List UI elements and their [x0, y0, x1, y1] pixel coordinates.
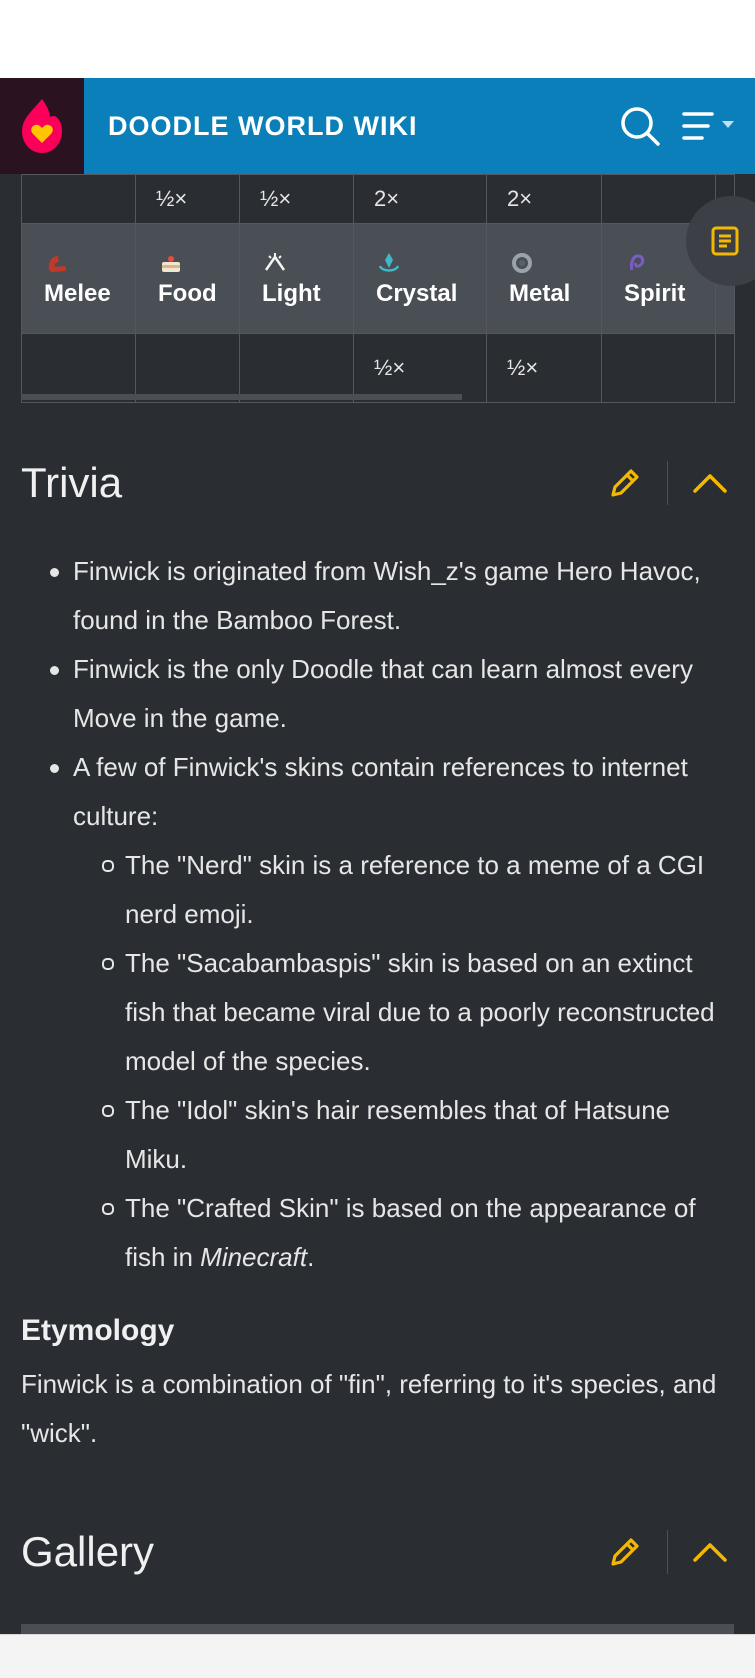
- table-cell: [239, 333, 354, 403]
- table-row: Melee Food Light Crystal Metal Spirit: [21, 223, 735, 334]
- hamburger-menu-icon[interactable]: [681, 103, 737, 149]
- type-label: Light: [262, 279, 321, 307]
- type-label: Crystal: [376, 279, 458, 307]
- table-cell: 2×: [353, 174, 487, 224]
- trivia-list: Finwick is originated from Wish_z's game…: [21, 547, 734, 1282]
- table-cell: 2×: [486, 174, 602, 224]
- type-header-crystal: Crystal: [353, 223, 487, 334]
- type-header-light: Light: [239, 223, 354, 334]
- site-header: DOODLE WORLD WIKI: [0, 78, 755, 174]
- table-row: ½× ½× 2× 2×: [21, 174, 735, 224]
- site-title[interactable]: DOODLE WORLD WIKI: [108, 111, 617, 142]
- table-row: ½× ½×: [21, 333, 735, 403]
- etymology-text: Finwick is a combination of "fin", refer…: [21, 1369, 717, 1448]
- article-content: ½× ½× 2× 2× Melee Food Light Crystal Met…: [0, 174, 755, 1634]
- list-item: Finwick is the only Doodle that can lear…: [21, 645, 734, 743]
- table-cell: [601, 333, 716, 403]
- list-item-text: .: [307, 1242, 315, 1272]
- skin-reference-list: The "Nerd" skin is a reference to a meme…: [73, 841, 734, 1282]
- list-item: The "Sacabambaspis" skin is based on an …: [73, 939, 734, 1086]
- table-cell: [715, 333, 735, 403]
- gallery-section-header: Gallery: [21, 1517, 734, 1587]
- food-type-icon: [162, 255, 180, 272]
- type-header-metal: Metal: [486, 223, 602, 334]
- chevron-up-icon: [693, 1543, 727, 1562]
- light-type-icon: [264, 252, 286, 271]
- pencil-edit-icon: [611, 469, 639, 497]
- divider: [667, 1530, 668, 1574]
- type-effectiveness-table: ½× ½× 2× 2× Melee Food Light Crystal Met…: [21, 174, 735, 403]
- list-item: The "Idol" skin's hair resembles that of…: [73, 1086, 734, 1184]
- pencil-edit-icon: [611, 1538, 639, 1566]
- table-cell: ½×: [353, 333, 487, 403]
- fandom-logo[interactable]: [0, 78, 84, 174]
- table-cell: ½×: [239, 174, 354, 224]
- type-label: Melee: [44, 279, 111, 307]
- table-scrollbar[interactable]: [21, 394, 462, 400]
- table-cell: [21, 333, 136, 403]
- chevron-up-icon: [693, 474, 727, 493]
- list-item: A few of Finwick's skins contain referen…: [21, 743, 734, 1282]
- list-item-text: A few of Finwick's skins contain referen…: [73, 752, 688, 831]
- metal-type-icon: [512, 252, 532, 273]
- minecraft-link-text: Minecraft: [200, 1242, 308, 1272]
- type-header-melee: Melee: [21, 223, 136, 334]
- type-header-food: Food: [135, 223, 240, 334]
- table-of-contents-icon: [711, 226, 739, 256]
- spirit-type-icon: [630, 253, 645, 270]
- trivia-heading: Trivia: [21, 459, 123, 506]
- gallery-heading: Gallery: [21, 1528, 155, 1575]
- table-cell: [21, 174, 136, 224]
- divider: [667, 461, 668, 505]
- gallery-tabber: [21, 1624, 734, 1634]
- list-item: Finwick is originated from Wish_z's game…: [21, 547, 734, 645]
- melee-type-icon: [48, 255, 67, 272]
- collapse-section-button[interactable]: [686, 459, 734, 507]
- fandom-heart-logo-icon: [22, 99, 62, 153]
- status-bar-area: [0, 0, 755, 78]
- table-cell: ½×: [135, 174, 240, 224]
- browser-bottom-bar: [0, 1634, 755, 1678]
- edit-section-button[interactable]: [601, 459, 649, 507]
- type-label: Food: [158, 279, 217, 307]
- table-cell: [135, 333, 240, 403]
- edit-section-button[interactable]: [601, 1528, 649, 1576]
- type-label: Metal: [509, 279, 571, 307]
- crystal-type-icon: [378, 252, 400, 272]
- table-cell: ½×: [486, 333, 602, 403]
- collapse-section-button[interactable]: [686, 1528, 734, 1576]
- type-label: Spirit: [624, 279, 686, 307]
- etymology-heading: Etymology: [21, 1314, 175, 1347]
- list-item: The "Crafted Skin" is based on the appea…: [73, 1184, 734, 1282]
- trivia-section-header: Trivia: [21, 448, 734, 518]
- search-icon[interactable]: [617, 103, 663, 149]
- list-item: The "Nerd" skin is a reference to a meme…: [73, 841, 734, 939]
